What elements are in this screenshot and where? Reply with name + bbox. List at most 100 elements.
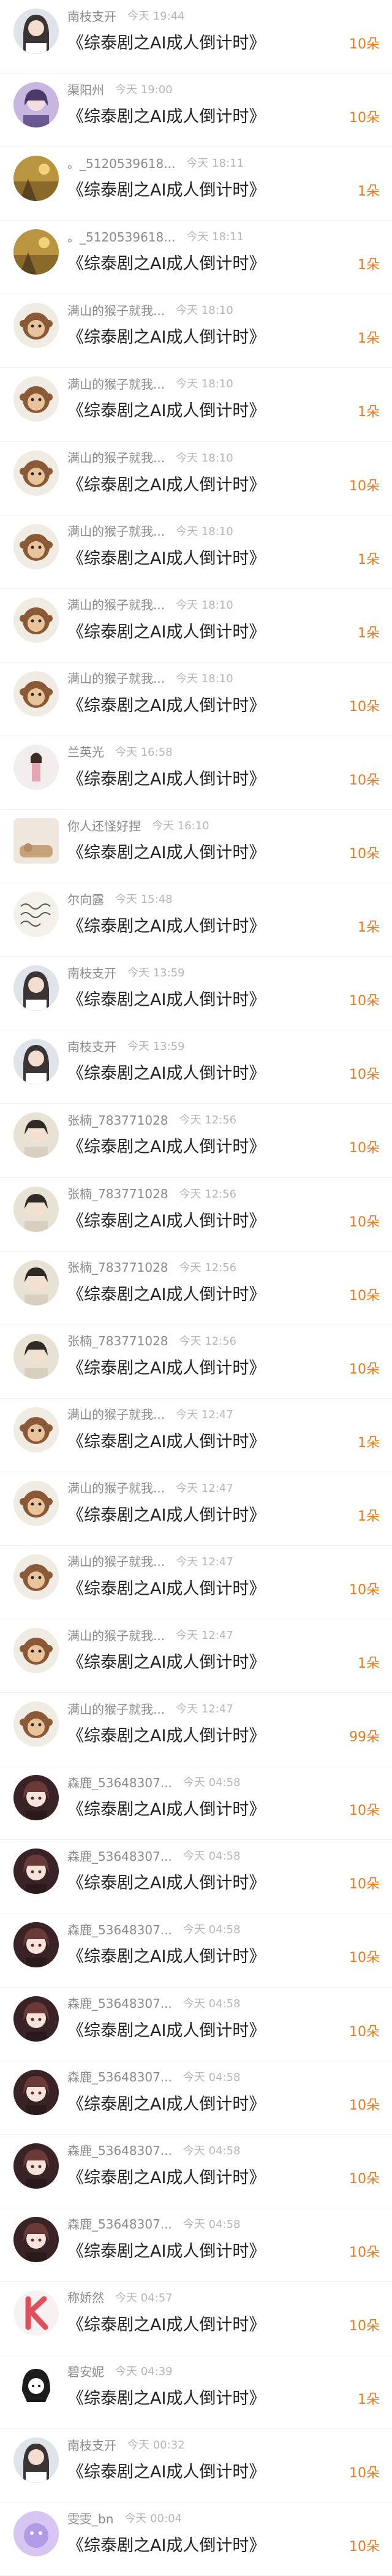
- avatar-pale-portrait[interactable]: [13, 1260, 59, 1305]
- avatar-monkey[interactable]: [13, 671, 59, 716]
- gift-record-row[interactable]: 称娇然 今天 04:57 《综泰剧之AI成人倒计时》 10朵: [0, 2281, 392, 2355]
- gift-record-row[interactable]: 碧安妮 今天 04:39 《综泰剧之AI成人倒计时》 1朵: [0, 2355, 392, 2430]
- gift-record-row[interactable]: 满山的猴子就我... 今天 12:47 《综泰剧之AI成人倒计时》 99朵: [0, 1693, 392, 1767]
- user-name[interactable]: 。_5120539618...: [67, 227, 175, 245]
- avatar-monkey[interactable]: [13, 1407, 59, 1453]
- avatar-anime-girl[interactable]: [13, 1848, 59, 1894]
- gift-record-row[interactable]: 森鹿_53648307... 今天 04:58 《综泰剧之AI成人倒计时》 10…: [0, 1840, 392, 1914]
- avatar-sketch-girl[interactable]: [13, 2364, 59, 2409]
- avatar-pale-portrait[interactable]: [13, 1186, 59, 1232]
- avatar-girl-dark-hair[interactable]: [13, 2437, 59, 2483]
- user-name[interactable]: 张楠_783771028: [67, 1111, 168, 1128]
- user-name[interactable]: 南枝支开: [67, 7, 116, 25]
- user-name[interactable]: 满山的猴子就我...: [67, 522, 165, 539]
- user-name[interactable]: 森鹿_53648307...: [67, 1994, 172, 2012]
- gift-record-row[interactable]: 森鹿_53648307... 今天 04:58 《综泰剧之AI成人倒计时》 10…: [0, 2061, 392, 2135]
- user-name[interactable]: 张楠_783771028: [67, 1184, 168, 1202]
- user-name[interactable]: 满山的猴子就我...: [67, 1700, 165, 1717]
- user-name[interactable]: 满山的猴子就我...: [67, 1552, 165, 1570]
- avatar-purple-portrait[interactable]: [13, 82, 59, 128]
- avatar-monkey[interactable]: [13, 523, 59, 569]
- user-name[interactable]: 南枝支开: [67, 2436, 116, 2453]
- gift-record-row[interactable]: 满山的猴子就我... 今天 12:47 《综泰剧之AI成人倒计时》 1朵: [0, 1398, 392, 1472]
- gift-record-row[interactable]: 南枝支开 今天 13:59 《综泰剧之AI成人倒计时》 10朵: [0, 1030, 392, 1104]
- gift-record-row[interactable]: 满山的猴子就我... 今天 18:10 《综泰剧之AI成人倒计时》 1朵: [0, 588, 392, 663]
- user-name[interactable]: 满山的猴子就我...: [67, 1405, 165, 1423]
- avatar-anime-girl[interactable]: [13, 1996, 59, 2042]
- avatar-anime-girl[interactable]: [13, 2143, 59, 2189]
- user-name[interactable]: 满山的猴子就我...: [67, 669, 165, 686]
- avatar-letter-k[interactable]: [13, 2290, 59, 2336]
- user-name[interactable]: 森鹿_53648307...: [67, 2067, 172, 2085]
- user-name[interactable]: 。_5120539618...: [67, 154, 175, 172]
- avatar-monkey[interactable]: [13, 1554, 59, 1600]
- avatar-monkey[interactable]: [13, 1628, 59, 1674]
- gift-record-row[interactable]: 张楠_783771028 今天 12:56 《综泰剧之AI成人倒计时》 10朵: [0, 1104, 392, 1178]
- avatar-monkey[interactable]: [13, 450, 59, 496]
- avatar-monkey[interactable]: [13, 597, 59, 643]
- gift-record-row[interactable]: 。_5120539618... 今天 18:11 《综泰剧之AI成人倒计时》 1…: [0, 221, 392, 295]
- gift-record-row[interactable]: 满山的猴子就我... 今天 18:10 《综泰剧之AI成人倒计时》 1朵: [0, 515, 392, 589]
- avatar-girl-dark-hair[interactable]: [13, 965, 59, 1011]
- avatar-pale-portrait[interactable]: [13, 1112, 59, 1158]
- user-name[interactable]: 雯雯_bn: [67, 2509, 113, 2527]
- user-name[interactable]: 满山的猴子就我...: [67, 301, 165, 319]
- avatar-anime-girl[interactable]: [13, 1775, 59, 1821]
- gift-record-row[interactable]: 。_5120539618... 今天 18:11 《综泰剧之AI成人倒计时》 1…: [0, 147, 392, 221]
- user-name[interactable]: 满山的猴子就我...: [67, 595, 165, 613]
- user-name[interactable]: 称娇然: [67, 2288, 104, 2306]
- user-name[interactable]: 南枝支开: [67, 1037, 116, 1055]
- avatar-girl-standing[interactable]: [13, 744, 59, 790]
- gift-record-row[interactable]: 南枝支开 今天 00:32 《综泰剧之AI成人倒计时》 10朵: [0, 2429, 392, 2503]
- gift-record-row[interactable]: 满山的猴子就我... 今天 12:47 《综泰剧之AI成人倒计时》 1朵: [0, 1472, 392, 1546]
- avatar-monkey[interactable]: [13, 376, 59, 422]
- avatar-cat-square[interactable]: [13, 818, 59, 864]
- gift-record-row[interactable]: 尔向露 今天 15:48 《综泰剧之AI成人倒计时》 1朵: [0, 883, 392, 957]
- user-name[interactable]: 你人还怪好捏: [67, 816, 141, 834]
- gift-record-row[interactable]: 雯雯_bn 今天 00:04 《综泰剧之AI成人倒计时》 10朵: [0, 2502, 392, 2576]
- avatar-monkey[interactable]: [13, 303, 59, 349]
- gift-record-row[interactable]: 森鹿_53648307... 今天 04:58 《综泰剧之AI成人倒计时》 10…: [0, 1913, 392, 1988]
- avatar-handwriting[interactable]: [13, 892, 59, 938]
- avatar-purple-blob[interactable]: [13, 2511, 59, 2557]
- gift-record-row[interactable]: 森鹿_53648307... 今天 04:58 《综泰剧之AI成人倒计时》 10…: [0, 2208, 392, 2282]
- user-name[interactable]: 森鹿_53648307...: [67, 1773, 172, 1791]
- user-name[interactable]: 满山的猴子就我...: [67, 448, 165, 466]
- gift-record-row[interactable]: 森鹿_53648307... 今天 04:58 《综泰剧之AI成人倒计时》 10…: [0, 2134, 392, 2208]
- gift-record-row[interactable]: 南枝支开 今天 13:59 《综泰剧之AI成人倒计时》 10朵: [0, 957, 392, 1031]
- avatar-monkey[interactable]: [13, 1701, 59, 1747]
- avatar-anime-girl[interactable]: [13, 2069, 59, 2115]
- user-name[interactable]: 渠阳州: [67, 80, 104, 98]
- avatar-girl-dark-hair[interactable]: [13, 1039, 59, 1085]
- user-name[interactable]: 碧安妮: [67, 2362, 104, 2380]
- gift-record-row[interactable]: 张楠_783771028 今天 12:56 《综泰剧之AI成人倒计时》 10朵: [0, 1251, 392, 1325]
- gift-record-row[interactable]: 满山的猴子就我... 今天 18:10 《综泰剧之AI成人倒计时》 10朵: [0, 441, 392, 515]
- user-name[interactable]: 满山的猴子就我...: [67, 1626, 165, 1644]
- gift-record-row[interactable]: 张楠_783771028 今天 12:56 《综泰剧之AI成人倒计时》 10朵: [0, 1324, 392, 1399]
- gift-record-row[interactable]: 张楠_783771028 今天 12:56 《综泰剧之AI成人倒计时》 10朵: [0, 1177, 392, 1252]
- avatar-golden-scene[interactable]: [13, 156, 59, 202]
- gift-record-row[interactable]: 渠阳州 今天 19:00 《综泰剧之AI成人倒计时》 10朵: [0, 74, 392, 148]
- user-name[interactable]: 森鹿_53648307...: [67, 2141, 172, 2159]
- gift-record-row[interactable]: 满山的猴子就我... 今天 12:47 《综泰剧之AI成人倒计时》 1朵: [0, 1619, 392, 1693]
- user-name[interactable]: 张楠_783771028: [67, 1258, 168, 1275]
- user-name[interactable]: 兰英光: [67, 742, 104, 760]
- user-name[interactable]: 满山的猴子就我...: [67, 374, 165, 392]
- user-name[interactable]: 森鹿_53648307...: [67, 2214, 172, 2232]
- avatar-anime-girl[interactable]: [13, 2216, 59, 2262]
- user-name[interactable]: 南枝支开: [67, 963, 116, 981]
- avatar-anime-girl[interactable]: [13, 1922, 59, 1968]
- avatar-golden-scene[interactable]: [13, 229, 59, 275]
- gift-record-row[interactable]: 满山的猴子就我... 今天 18:10 《综泰剧之AI成人倒计时》 1朵: [0, 368, 392, 442]
- avatar-girl-dark-hair[interactable]: [13, 9, 59, 54]
- user-name[interactable]: 尔向露: [67, 890, 104, 908]
- user-name[interactable]: 满山的猴子就我...: [67, 1478, 165, 1496]
- gift-record-row[interactable]: 满山的猴子就我... 今天 18:10 《综泰剧之AI成人倒计时》 10朵: [0, 662, 392, 736]
- gift-record-row[interactable]: 满山的猴子就我... 今天 12:47 《综泰剧之AI成人倒计时》 10朵: [0, 1545, 392, 1620]
- user-name[interactable]: 森鹿_53648307...: [67, 1847, 172, 1864]
- gift-record-row[interactable]: 你人还怪好捏 今天 16:10 《综泰剧之AI成人倒计时》 10朵: [0, 810, 392, 884]
- avatar-pale-portrait[interactable]: [13, 1333, 59, 1379]
- user-name[interactable]: 张楠_783771028: [67, 1331, 168, 1349]
- gift-record-row[interactable]: 南枝支开 今天 19:44 《综泰剧之AI成人倒计时》 10朵: [0, 0, 392, 74]
- gift-record-row[interactable]: 兰英光 今天 16:58 《综泰剧之AI成人倒计时》 10朵: [0, 735, 392, 810]
